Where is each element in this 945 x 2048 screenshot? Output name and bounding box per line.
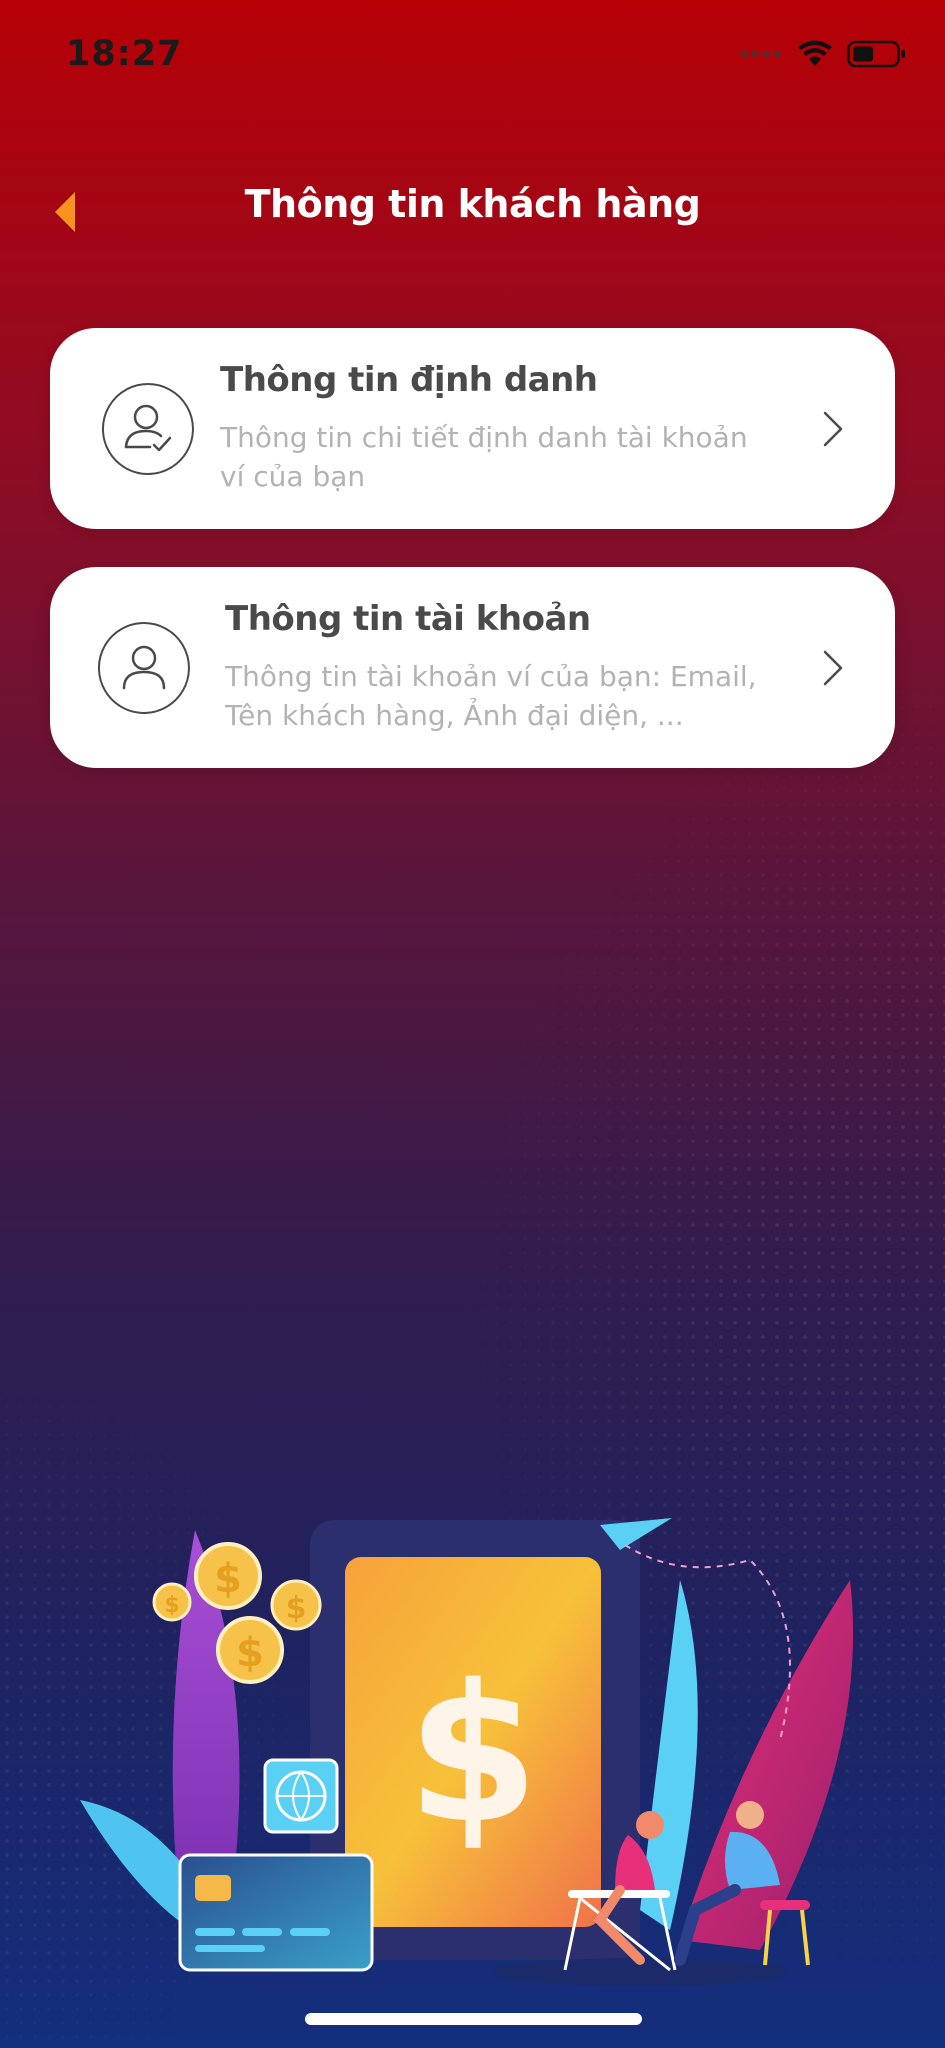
wifi-icon (798, 40, 832, 66)
payment-illustration: $ $ $ $ $ (80, 1518, 854, 1986)
verified-user-icon (101, 382, 194, 475)
navigation-bar: Thông tin khách hàng (0, 170, 945, 250)
signal-icon (740, 50, 781, 58)
svg-text:$: $ (164, 1593, 179, 1618)
identity-info-title: Thông tin định danh (220, 360, 598, 400)
status-time: 18:27 (66, 34, 183, 74)
svg-text:$: $ (286, 1591, 307, 1626)
home-indicator[interactable] (305, 2013, 642, 2025)
user-icon (97, 621, 190, 714)
svg-text:$: $ (236, 1630, 264, 1676)
svg-text:$: $ (407, 1644, 539, 1865)
battery-icon (847, 40, 905, 68)
status-bar: 18:27 (0, 0, 945, 110)
account-info-description: Thông tin tài khoản ví của bạn: Email, T… (225, 660, 757, 732)
chevron-right-icon (823, 411, 843, 446)
identity-info-card[interactable]: Thông tin định danh Thông tin chi tiết đ… (50, 328, 895, 529)
svg-text:$: $ (214, 1556, 242, 1602)
account-info-card[interactable]: Thông tin tài khoản Thông tin tài khoản … (50, 567, 895, 768)
page-title: Thông tin khách hàng (244, 182, 701, 226)
chevron-right-icon (823, 650, 843, 685)
status-icons (739, 40, 907, 68)
identity-info-description: Thông tin chi tiết định danh tài khoản v… (220, 421, 748, 493)
account-info-title: Thông tin tài khoản (225, 599, 591, 639)
